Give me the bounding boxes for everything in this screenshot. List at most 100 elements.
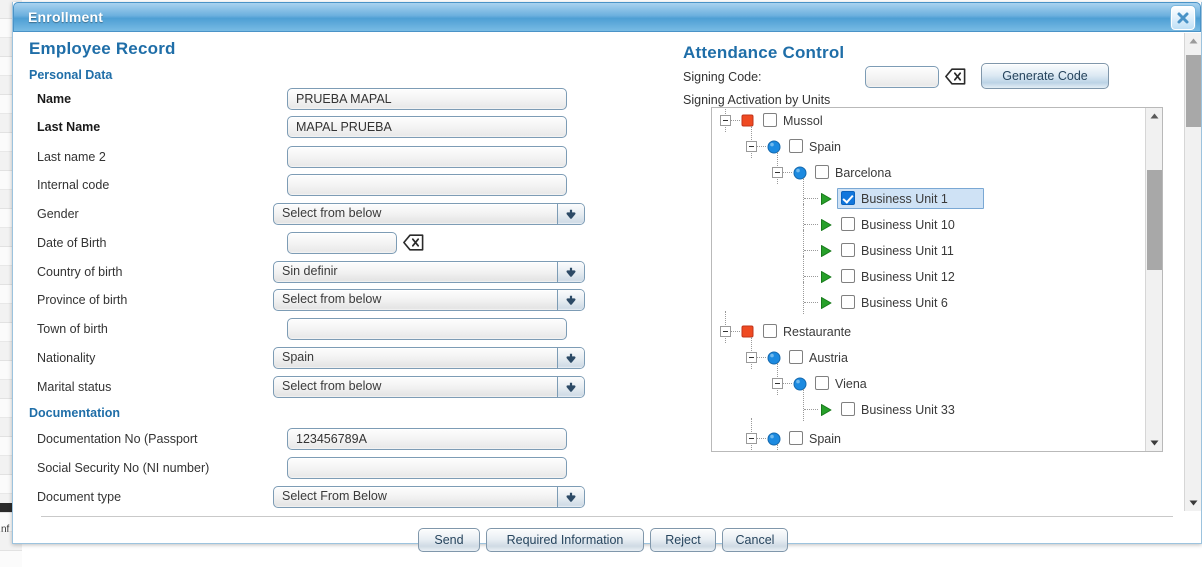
dialog-scrollbar[interactable] bbox=[1184, 33, 1201, 511]
label-last-name: Last Name bbox=[37, 120, 101, 134]
signing-code-input[interactable] bbox=[865, 66, 939, 88]
tree-expander-collapse-icon[interactable] bbox=[772, 378, 783, 389]
tree-node[interactable]: Viena bbox=[712, 363, 1142, 395]
tree-scrollbar[interactable] bbox=[1145, 108, 1162, 451]
signing-code-label: Signing Code: bbox=[683, 70, 762, 84]
tree-node-label: Barcelona bbox=[835, 166, 892, 180]
tree-node-label: Business Unit 11 bbox=[861, 244, 954, 258]
tree-node-label: Spain bbox=[809, 432, 841, 446]
tree-expander-collapse-icon[interactable] bbox=[746, 433, 757, 444]
label-social-security-no-ni-number: Social Security No (NI number) bbox=[37, 461, 210, 475]
chevron-down-icon[interactable] bbox=[557, 204, 584, 224]
tree-node-checkbox[interactable] bbox=[815, 376, 829, 390]
dialog-scrollbar-thumb[interactable] bbox=[1186, 55, 1201, 127]
chevron-down-icon[interactable] bbox=[557, 290, 584, 310]
select-marital-status[interactable]: Select from below bbox=[273, 376, 585, 398]
select-value-gender: Select from below bbox=[282, 206, 382, 220]
label-last-name-2: Last name 2 bbox=[37, 150, 106, 164]
select-country-of-birth[interactable]: Sin definir bbox=[273, 261, 585, 283]
reject-button[interactable]: Reject bbox=[650, 528, 716, 552]
chevron-down-icon[interactable] bbox=[557, 262, 584, 282]
tree-node[interactable]: Business Unit 11 bbox=[712, 230, 1142, 263]
input-name[interactable]: PRUEBA MAPAL bbox=[287, 88, 567, 110]
input-social-security-no-ni-number[interactable] bbox=[287, 457, 567, 479]
tree-node-checkbox[interactable] bbox=[841, 269, 855, 283]
select-document-type[interactable]: Select From Below bbox=[273, 486, 585, 508]
label-internal-code: Internal code bbox=[37, 178, 110, 192]
input-last-name[interactable]: MAPAL PRUEBA bbox=[287, 116, 567, 138]
tree-node-label: Restaurante bbox=[783, 325, 852, 339]
tree-expander-collapse-icon[interactable] bbox=[746, 352, 757, 363]
dialog-scroll-up-icon[interactable] bbox=[1185, 33, 1202, 50]
label-marital-status: Marital status bbox=[37, 380, 112, 394]
tree-connector bbox=[803, 389, 804, 421]
tree-node[interactable]: Business Unit 1 bbox=[712, 178, 1142, 210]
backspace-clear-icon[interactable] bbox=[403, 234, 424, 251]
tree-expander-collapse-icon[interactable] bbox=[720, 115, 731, 126]
tree-node[interactable]: Business Unit 12 bbox=[712, 256, 1142, 288]
tree-scroll-up-icon[interactable] bbox=[1146, 108, 1162, 125]
tree-node[interactable]: Business Unit 10 bbox=[712, 204, 1142, 237]
tree-node-checkbox[interactable] bbox=[789, 431, 803, 445]
documentation-heading: Documentation bbox=[29, 406, 120, 420]
footer-separator bbox=[41, 516, 1173, 517]
tree-node-checkbox[interactable] bbox=[841, 217, 855, 231]
input-internal-code[interactable] bbox=[287, 174, 567, 196]
chevron-down-icon[interactable] bbox=[557, 487, 584, 507]
tree-expander-collapse-icon[interactable] bbox=[772, 167, 783, 178]
green-arrow-icon bbox=[819, 244, 833, 263]
tree-node-checkbox[interactable] bbox=[841, 243, 855, 257]
dialog-scroll-down-icon[interactable] bbox=[1185, 494, 1202, 511]
send-button[interactable]: Send bbox=[418, 528, 480, 552]
label-nationality: Nationality bbox=[37, 351, 96, 365]
tree-expander-collapse-icon[interactable] bbox=[746, 141, 757, 152]
tree-node[interactable]: Mussol bbox=[712, 108, 1142, 132]
green-arrow-icon bbox=[819, 218, 833, 237]
tree-connector bbox=[803, 282, 804, 314]
tree-scrollbar-thumb[interactable] bbox=[1147, 170, 1162, 270]
blue-circle-icon bbox=[767, 432, 781, 451]
input-date-of-birth[interactable] bbox=[287, 232, 397, 254]
cancel-button[interactable]: Cancel bbox=[722, 528, 788, 552]
input-town-of-birth[interactable] bbox=[287, 318, 567, 340]
tree-node-label: Mussol bbox=[783, 114, 823, 128]
select-value-document-type: Select From Below bbox=[282, 489, 387, 503]
tree-node-checkbox[interactable] bbox=[763, 324, 777, 338]
label-gender: Gender bbox=[37, 207, 79, 221]
backspace-clear-icon[interactable] bbox=[945, 68, 966, 85]
units-tree[interactable]: Mussol Spain Barcelona Business Unit 1 Busin… bbox=[711, 107, 1163, 452]
dialog-title: Enrollment bbox=[28, 9, 104, 25]
page-title: Employee Record bbox=[29, 39, 176, 58]
tree-scroll-down-icon[interactable] bbox=[1146, 434, 1162, 451]
green-arrow-icon bbox=[819, 296, 833, 315]
generate-code-button[interactable]: Generate Code bbox=[981, 63, 1109, 89]
tree-node[interactable]: Restaurante bbox=[712, 311, 1142, 343]
tree-node-checkbox[interactable] bbox=[841, 295, 855, 309]
tree-node-label: Business Unit 1 bbox=[861, 192, 948, 206]
select-gender[interactable]: Select from below bbox=[273, 203, 585, 225]
label-town-of-birth: Town of birth bbox=[37, 322, 108, 336]
input-documentation-no-passport[interactable]: 123456789A bbox=[287, 428, 567, 450]
select-nationality[interactable]: Spain bbox=[273, 347, 585, 369]
tree-expander-collapse-icon[interactable] bbox=[720, 326, 731, 337]
required-information-button[interactable]: Required Information bbox=[486, 528, 644, 552]
tree-connector bbox=[804, 250, 818, 251]
close-icon[interactable] bbox=[1171, 6, 1195, 30]
tree-node-checkbox[interactable] bbox=[789, 139, 803, 153]
tree-node-checkbox[interactable] bbox=[815, 165, 829, 179]
tree-node[interactable]: Business Unit 6 bbox=[712, 282, 1142, 315]
tree-node-checkbox[interactable] bbox=[763, 113, 777, 127]
tree-node-checkbox[interactable] bbox=[789, 350, 803, 364]
tree-node[interactable]: Barcelona bbox=[712, 152, 1142, 184]
blue-circle-icon bbox=[767, 140, 781, 159]
input-last-name-2[interactable] bbox=[287, 146, 567, 168]
dialog-body: Employee Record Personal Data Documentat… bbox=[13, 33, 1201, 552]
select-province-of-birth[interactable]: Select from below bbox=[273, 289, 585, 311]
chevron-down-icon[interactable] bbox=[557, 348, 584, 368]
tree-node-checkbox[interactable] bbox=[841, 402, 855, 416]
background-text-fragment: nf bbox=[1, 524, 10, 535]
chevron-down-icon[interactable] bbox=[557, 377, 584, 397]
tree-node[interactable]: Business Unit 33 bbox=[712, 389, 1142, 421]
tree-node-checkbox[interactable] bbox=[841, 191, 855, 205]
attendance-control-panel: Attendance Control Signing Code: Generat… bbox=[675, 33, 1163, 508]
